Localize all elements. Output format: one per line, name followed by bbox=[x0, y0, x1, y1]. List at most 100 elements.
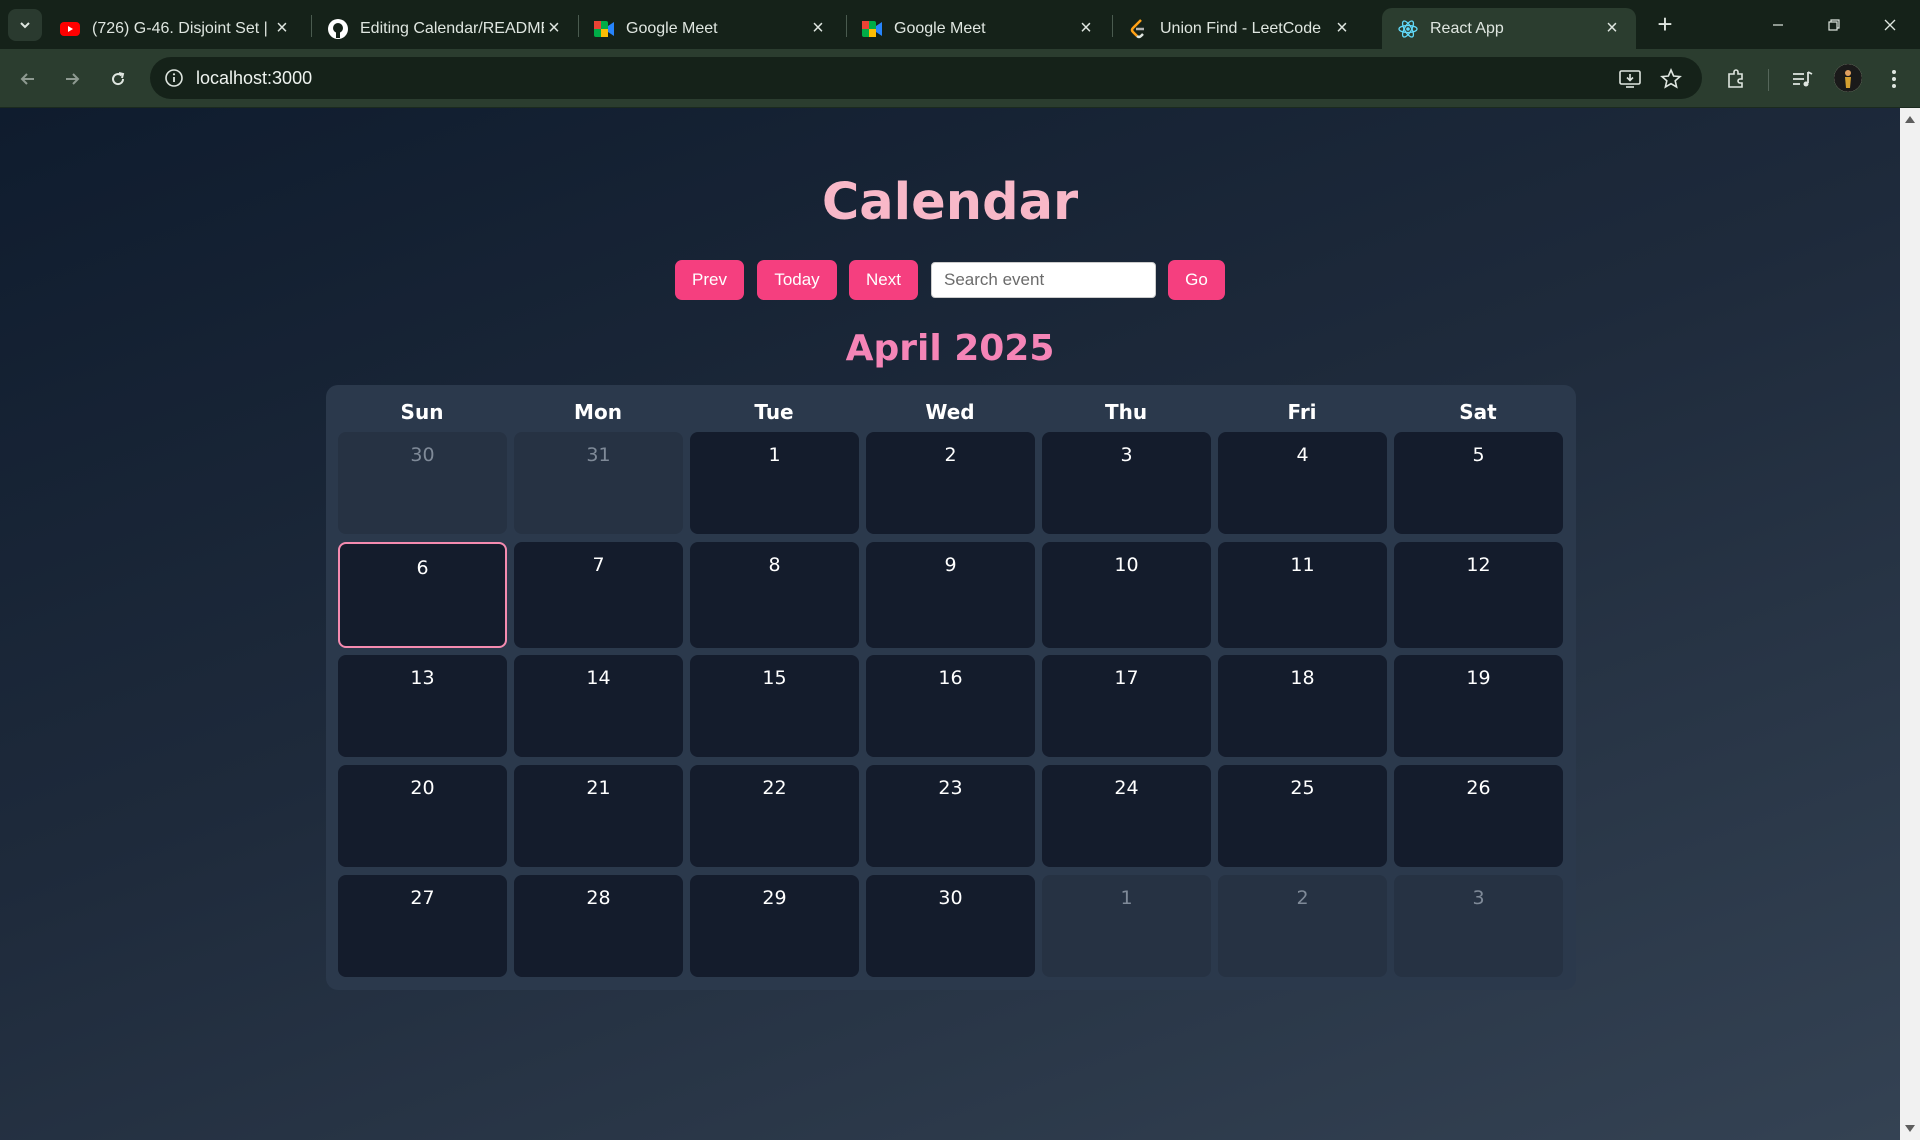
tab-search-button[interactable] bbox=[8, 9, 42, 41]
chevron-down-icon bbox=[20, 22, 30, 29]
day-cell[interactable]: 25 bbox=[1218, 765, 1387, 867]
day-cell[interactable]: 1 bbox=[690, 432, 859, 534]
day-number: 9 bbox=[944, 554, 957, 576]
day-number: 19 bbox=[1466, 667, 1491, 689]
day-number: 3 bbox=[1472, 887, 1485, 909]
day-number: 1 bbox=[1120, 887, 1133, 909]
extensions-icon[interactable] bbox=[1722, 65, 1750, 93]
browser-toolbar: localhost:3000 bbox=[0, 49, 1920, 108]
next-button[interactable]: Next bbox=[849, 260, 918, 300]
react-icon bbox=[1398, 19, 1418, 39]
day-cell[interactable]: 20 bbox=[338, 765, 507, 867]
day-number: 13 bbox=[410, 667, 435, 689]
scroll-up-arrow[interactable] bbox=[1905, 116, 1915, 123]
more-menu-icon[interactable] bbox=[1880, 65, 1908, 93]
month-title: April 2025 bbox=[845, 328, 1055, 369]
bookmark-star-icon[interactable] bbox=[1658, 66, 1684, 92]
day-cell[interactable]: 2 bbox=[866, 432, 1035, 534]
day-number: 30 bbox=[938, 887, 963, 909]
today-button[interactable]: Today bbox=[757, 260, 837, 300]
day-cell[interactable]: 18 bbox=[1218, 655, 1387, 757]
media-controls-icon[interactable] bbox=[1788, 65, 1816, 93]
day-cell[interactable]: 22 bbox=[690, 765, 859, 867]
browser-tab[interactable]: Editing Calendar/README. × bbox=[312, 8, 578, 49]
day-number: 8 bbox=[768, 554, 781, 576]
close-tab-icon[interactable]: × bbox=[1332, 17, 1352, 40]
day-cell[interactable]: 30 bbox=[866, 875, 1035, 977]
site-info-icon[interactable] bbox=[162, 66, 186, 90]
day-cell[interactable]: 17 bbox=[1042, 655, 1211, 757]
day-number: 3 bbox=[1120, 444, 1133, 466]
youtube-icon bbox=[60, 19, 80, 39]
day-number: 4 bbox=[1296, 444, 1309, 466]
day-number: 16 bbox=[938, 667, 963, 689]
day-cell[interactable]: 11 bbox=[1218, 542, 1387, 648]
day-cell[interactable]: 26 bbox=[1394, 765, 1563, 867]
page-title: Calendar bbox=[821, 173, 1079, 232]
day-cell[interactable]: 7 bbox=[514, 542, 683, 648]
close-tab-icon[interactable]: × bbox=[808, 17, 828, 40]
day-cell[interactable]: 23 bbox=[866, 765, 1035, 867]
day-number: 17 bbox=[1114, 667, 1139, 689]
day-number: 22 bbox=[762, 777, 787, 799]
close-tab-icon[interactable]: × bbox=[1602, 17, 1622, 40]
day-number: 15 bbox=[762, 667, 787, 689]
day-cell-outside-month[interactable]: 30 bbox=[338, 432, 507, 534]
day-number: 23 bbox=[938, 777, 963, 799]
address-bar[interactable]: localhost:3000 bbox=[150, 57, 1702, 99]
day-cell[interactable]: 13 bbox=[338, 655, 507, 757]
reload-button[interactable] bbox=[102, 63, 134, 95]
new-tab-button[interactable]: + bbox=[1650, 10, 1680, 40]
prev-button[interactable]: Prev bbox=[675, 260, 744, 300]
day-cell[interactable]: 15 bbox=[690, 655, 859, 757]
toolbar-divider bbox=[1768, 69, 1769, 91]
day-cell-outside-month[interactable]: 31 bbox=[514, 432, 683, 534]
close-window-button[interactable] bbox=[1862, 0, 1918, 49]
browser-tab[interactable]: Union Find - LeetCode × bbox=[1112, 8, 1366, 49]
reload-icon bbox=[112, 72, 125, 86]
day-number: 21 bbox=[586, 777, 611, 799]
install-app-icon[interactable] bbox=[1617, 66, 1643, 92]
day-number: 10 bbox=[1114, 554, 1139, 576]
day-cell-outside-month[interactable]: 3 bbox=[1394, 875, 1563, 977]
browser-tab[interactable]: (726) G-46. Disjoint Set | U × bbox=[44, 8, 306, 49]
day-cell[interactable]: 28 bbox=[514, 875, 683, 977]
day-cell[interactable]: 10 bbox=[1042, 542, 1211, 648]
close-tab-icon[interactable]: × bbox=[1076, 17, 1096, 40]
day-cell[interactable]: 9 bbox=[866, 542, 1035, 648]
profile-avatar[interactable] bbox=[1834, 64, 1862, 92]
browser-tab-active[interactable]: React App × bbox=[1382, 8, 1636, 49]
day-number: 20 bbox=[410, 777, 435, 799]
minimize-button[interactable] bbox=[1750, 0, 1806, 49]
browser-tab[interactable]: Google Meet × bbox=[578, 8, 842, 49]
page-scrollbar[interactable] bbox=[1900, 108, 1920, 1140]
close-tab-icon[interactable]: × bbox=[272, 17, 292, 40]
scroll-down-arrow[interactable] bbox=[1905, 1125, 1915, 1132]
restore-button[interactable] bbox=[1806, 0, 1862, 49]
day-cell[interactable]: 14 bbox=[514, 655, 683, 757]
weekday-header: Wed bbox=[925, 400, 975, 424]
day-cell[interactable]: 3 bbox=[1042, 432, 1211, 534]
go-button[interactable]: Go bbox=[1168, 260, 1225, 300]
browser-tab[interactable]: Google Meet × bbox=[846, 8, 1110, 49]
day-number: 31 bbox=[586, 444, 611, 466]
day-cell[interactable]: 12 bbox=[1394, 542, 1563, 648]
day-cell-outside-month[interactable]: 2 bbox=[1218, 875, 1387, 977]
day-number: 5 bbox=[1472, 444, 1485, 466]
day-cell[interactable]: 24 bbox=[1042, 765, 1211, 867]
day-cell[interactable]: 6 bbox=[338, 542, 507, 648]
day-cell[interactable]: 29 bbox=[690, 875, 859, 977]
day-cell-outside-month[interactable]: 1 bbox=[1042, 875, 1211, 977]
day-cell[interactable]: 16 bbox=[866, 655, 1035, 757]
day-cell[interactable]: 19 bbox=[1394, 655, 1563, 757]
day-cell[interactable]: 27 bbox=[338, 875, 507, 977]
back-button[interactable] bbox=[12, 63, 44, 95]
close-tab-icon[interactable]: × bbox=[544, 17, 564, 40]
day-cell[interactable]: 8 bbox=[690, 542, 859, 648]
day-cell[interactable]: 21 bbox=[514, 765, 683, 867]
forward-button[interactable] bbox=[56, 63, 88, 95]
day-cell[interactable]: 5 bbox=[1394, 432, 1563, 534]
day-cell[interactable]: 4 bbox=[1218, 432, 1387, 534]
day-number: 2 bbox=[1296, 887, 1309, 909]
search-event-input[interactable] bbox=[931, 262, 1156, 298]
